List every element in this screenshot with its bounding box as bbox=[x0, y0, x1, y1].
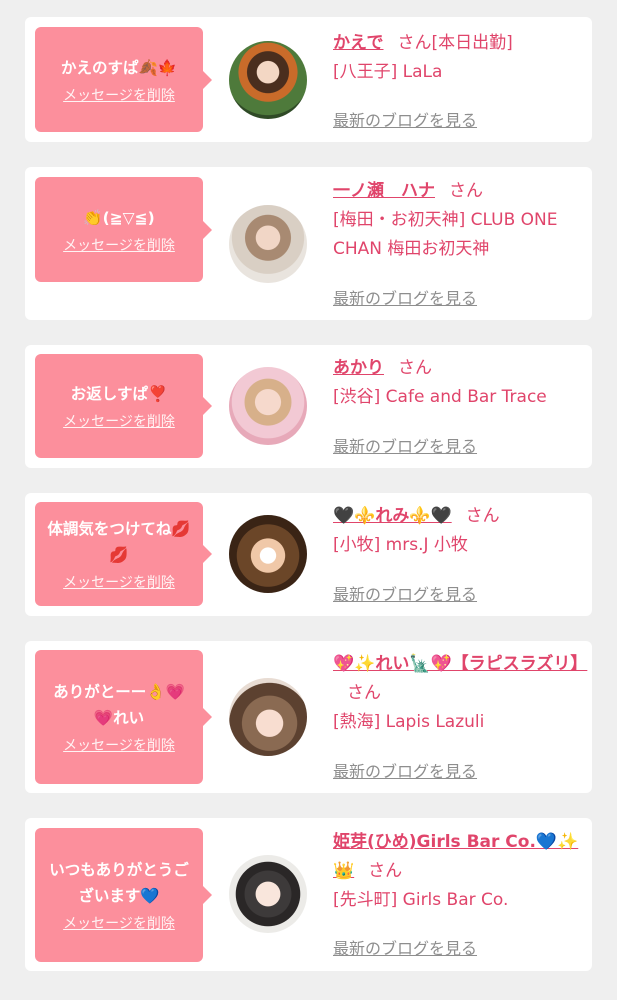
status-label: [本日出勤] bbox=[431, 33, 513, 53]
honorific: さん bbox=[368, 861, 403, 881]
profile-name-link[interactable]: あかり bbox=[333, 358, 384, 378]
view-blog-link[interactable]: 最新のブログを見る bbox=[333, 285, 477, 309]
message-bubble: かえのすぱ🍂🍁 メッセージを削除 bbox=[35, 27, 212, 132]
honorific: さん bbox=[347, 683, 381, 703]
honorific: さん bbox=[397, 33, 432, 53]
message-text: 👏(≧▽≦) bbox=[83, 208, 155, 227]
shop-label: [渋谷] Cafe and Bar Trace bbox=[333, 387, 547, 407]
message-card: 体調気をつけてね💋💋 メッセージを削除 🖤⚜️れみ⚜️🖤 さん [小牧] mrs.… bbox=[25, 493, 592, 616]
shop-label: [八王子] LaLa bbox=[333, 62, 443, 82]
message-card: ありがとーー👌💗💗れい メッセージを削除 💖✨れい🗽💖【ラピスラズリ】さん [熱… bbox=[25, 641, 592, 793]
profile-name-link[interactable]: 一ノ瀬 ハナ bbox=[333, 181, 435, 201]
avatar[interactable] bbox=[229, 678, 307, 756]
honorific: さん bbox=[398, 358, 432, 378]
view-blog-link[interactable]: 最新のブログを見る bbox=[333, 935, 477, 959]
message-bubble: お返しすぱ❣️ メッセージを削除 bbox=[35, 354, 212, 458]
message-card: 👏(≧▽≦) メッセージを削除 一ノ瀬 ハナ さん [梅田・お初天神] CLUB … bbox=[25, 167, 592, 320]
message-card: いつもありがとうございます💙 メッセージを削除 姫芽(ひめ)Girls Bar … bbox=[25, 818, 592, 971]
message-bubble: いつもありがとうございます💙 メッセージを削除 bbox=[35, 828, 212, 962]
avatar[interactable] bbox=[229, 855, 307, 933]
shop-label: [先斗町] Girls Bar Co. bbox=[333, 890, 509, 910]
message-card: かえのすぱ🍂🍁 メッセージを削除 かえで さん[本日出勤] [八王子] LaLa … bbox=[25, 17, 592, 142]
profile-name-link[interactable]: かえで bbox=[333, 33, 384, 53]
view-blog-link[interactable]: 最新のブログを見る bbox=[333, 758, 477, 782]
message-text: いつもありがとうございます💙 bbox=[49, 861, 189, 905]
shop-label: [熱海] Lapis Lazuli bbox=[333, 712, 485, 732]
shop-label: [小牧] mrs.J 小牧 bbox=[333, 535, 468, 555]
view-blog-link[interactable]: 最新のブログを見る bbox=[333, 107, 477, 131]
message-bubble: ありがとーー👌💗💗れい メッセージを削除 bbox=[35, 650, 212, 784]
avatar[interactable] bbox=[229, 205, 307, 283]
message-bubble: 体調気をつけてね💋💋 メッセージを削除 bbox=[35, 502, 212, 606]
message-bubble: 👏(≧▽≦) メッセージを削除 bbox=[35, 177, 212, 282]
profile-info: 💖✨れい🗽💖【ラピスラズリ】さん [熱海] Lapis Lazuli bbox=[333, 650, 588, 737]
profile-info: かえで さん[本日出勤] [八王子] LaLa bbox=[333, 29, 588, 87]
delete-message-link[interactable]: メッセージを削除 bbox=[63, 735, 175, 755]
message-text: 体調気をつけてね💋💋 bbox=[47, 520, 191, 564]
delete-message-link[interactable]: メッセージを削除 bbox=[63, 411, 175, 431]
honorific: さん bbox=[465, 506, 500, 526]
profile-info: 🖤⚜️れみ⚜️🖤 さん [小牧] mrs.J 小牧 bbox=[333, 502, 588, 560]
profile-info: あかり さん [渋谷] Cafe and Bar Trace bbox=[333, 354, 588, 412]
avatar[interactable] bbox=[229, 41, 307, 119]
message-card: お返しすぱ❣️ メッセージを削除 あかり さん [渋谷] Cafe and Bar… bbox=[25, 345, 592, 468]
profile-info: 一ノ瀬 ハナ さん [梅田・お初天神] CLUB ONE CHAN 梅田お初天神 bbox=[333, 177, 588, 264]
message-text: お返しすぱ❣️ bbox=[70, 385, 168, 403]
avatar[interactable] bbox=[229, 515, 307, 593]
profile-info: 姫芽(ひめ)Girls Bar Co.💙✨👑 さん [先斗町] Girls Bar… bbox=[333, 828, 588, 915]
avatar[interactable] bbox=[229, 367, 307, 445]
delete-message-link[interactable]: メッセージを削除 bbox=[63, 85, 175, 105]
view-blog-link[interactable]: 最新のブログを見る bbox=[333, 581, 477, 605]
delete-message-link[interactable]: メッセージを削除 bbox=[63, 235, 175, 255]
message-text: ありがとーー👌💗💗れい bbox=[53, 683, 185, 727]
view-blog-link[interactable]: 最新のブログを見る bbox=[333, 433, 477, 457]
shop-label: [梅田・お初天神] CLUB ONE CHAN 梅田お初天神 bbox=[333, 210, 558, 259]
delete-message-link[interactable]: メッセージを削除 bbox=[63, 913, 175, 933]
message-text: かえのすぱ🍂🍁 bbox=[60, 58, 178, 77]
honorific: さん bbox=[449, 181, 483, 201]
profile-name-link[interactable]: 🖤⚜️れみ⚜️🖤 bbox=[333, 506, 452, 526]
delete-message-link[interactable]: メッセージを削除 bbox=[63, 572, 175, 592]
profile-name-link[interactable]: 💖✨れい🗽💖【ラピスラズリ】 bbox=[333, 654, 587, 674]
